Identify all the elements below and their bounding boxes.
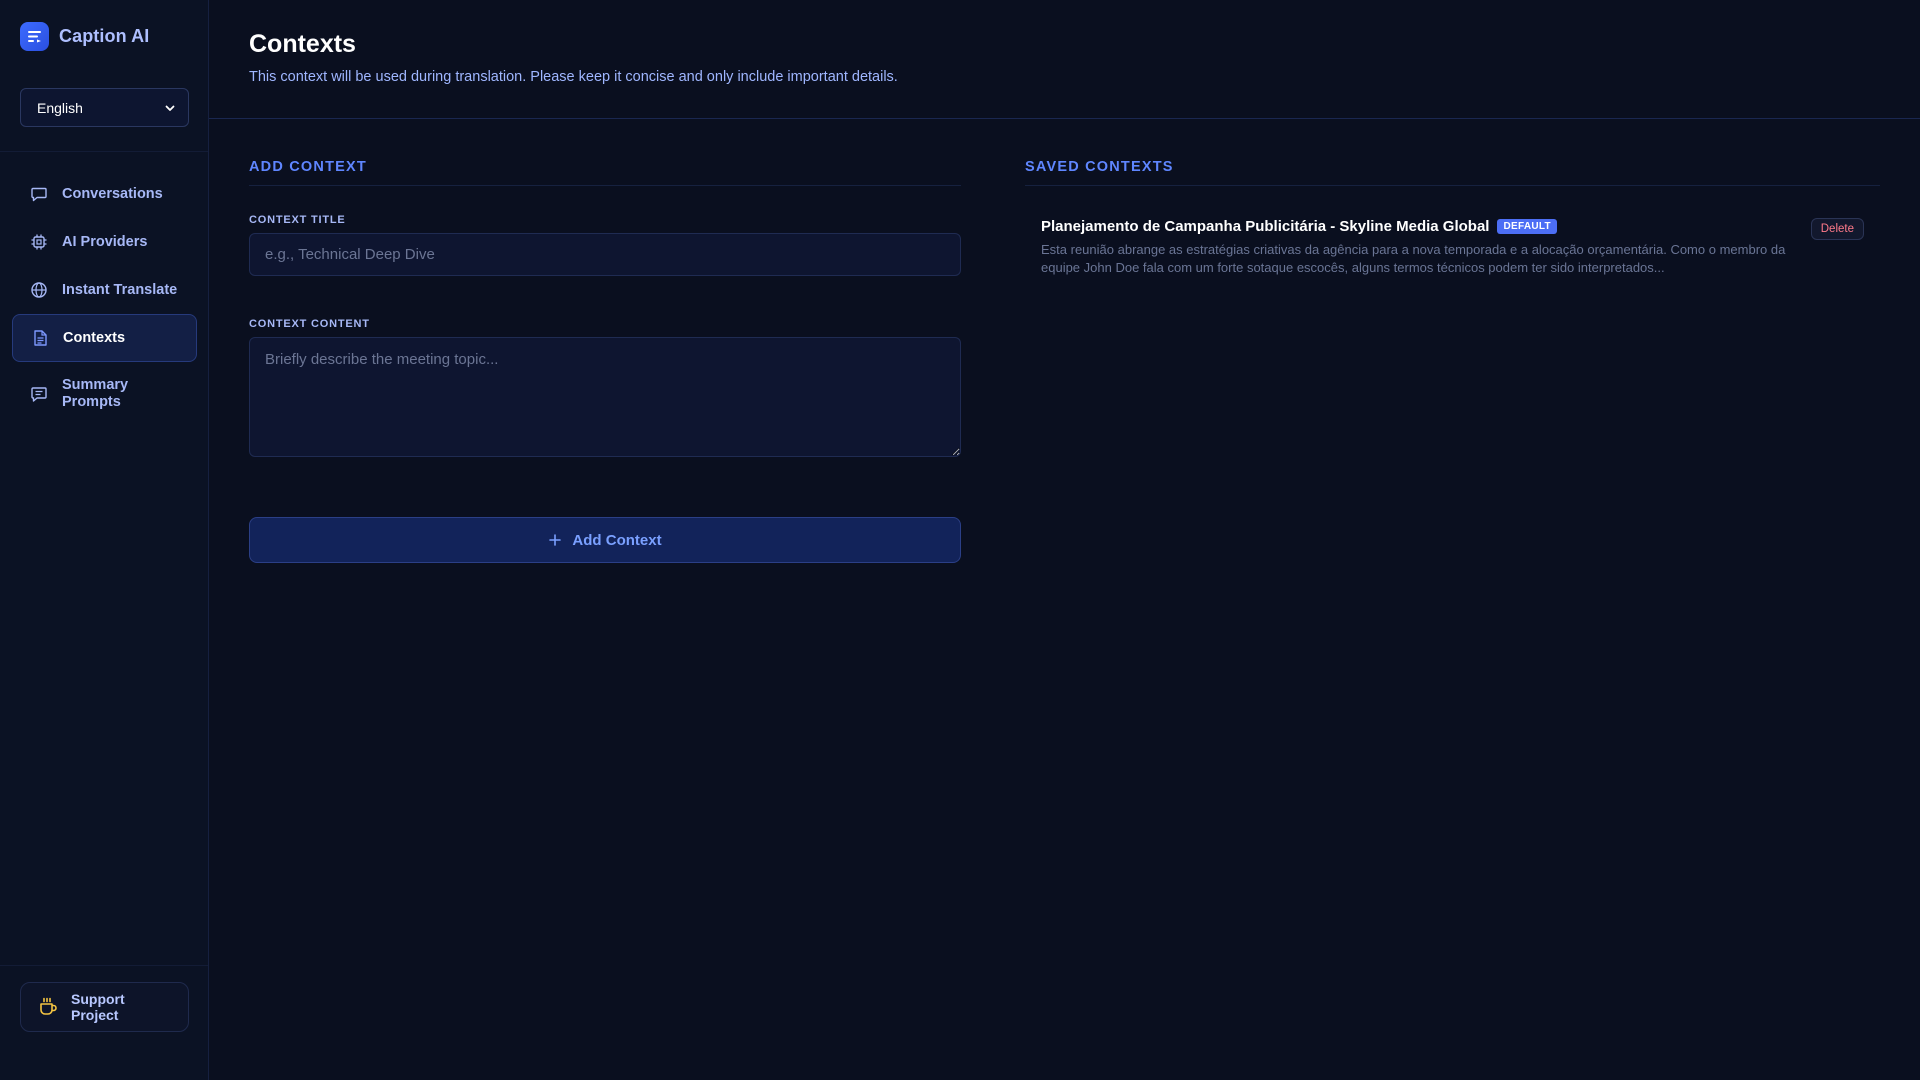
chip-icon: [30, 233, 48, 251]
saved-contexts-title: SAVED CONTEXTS: [1025, 159, 1880, 186]
sidebar-item-label: Contexts: [63, 330, 126, 346]
saved-contexts-section: SAVED CONTEXTS Planejamento de Campanha …: [1025, 159, 1880, 277]
context-content-label: CONTEXT CONTENT: [249, 318, 370, 330]
sidebar-item-summary-prompts[interactable]: Summary Prompts: [12, 362, 197, 426]
sidebar-nav: Conversations AI Providers Instant Trans…: [12, 170, 197, 426]
chevron-down-icon: [164, 102, 176, 114]
context-card-title-row: Planejamento de Campanha Publicitária - …: [1041, 218, 1811, 235]
sidebar-item-contexts[interactable]: Contexts: [12, 314, 197, 362]
message-lines-icon: [30, 385, 48, 403]
app-root: Caption AI English Conversations AI Prov…: [0, 0, 1920, 1080]
caption-logo-icon: [20, 22, 49, 51]
sidebar-item-label: AI Providers: [62, 234, 148, 250]
sidebar-item-ai-providers[interactable]: AI Providers: [12, 218, 197, 266]
context-title-field-group: CONTEXT TITLE: [249, 214, 961, 276]
sidebar-item-label: Instant Translate: [62, 282, 178, 298]
context-content-field-group: CONTEXT CONTENT: [249, 318, 961, 457]
add-context-title: ADD CONTEXT: [249, 159, 961, 186]
plus-icon: [548, 533, 562, 547]
globe-icon: [30, 281, 48, 299]
brand[interactable]: Caption AI: [20, 22, 149, 51]
add-context-button-label: Add Context: [572, 531, 662, 549]
sidebar-divider: [0, 151, 208, 152]
page-title: Contexts: [249, 30, 356, 58]
sidebar-item-label: Conversations: [62, 186, 163, 202]
support-project-label: Support Project: [71, 991, 125, 1023]
context-title-label: CONTEXT TITLE: [249, 214, 346, 226]
page-header: Contexts This context will be used durin…: [209, 0, 1920, 119]
context-card-body: Planejamento de Campanha Publicitária - …: [1041, 218, 1811, 277]
delete-context-button[interactable]: Delete: [1810, 218, 1864, 240]
add-context-section: ADD CONTEXT CONTEXT TITLE CONTEXT CONTEN…: [249, 159, 961, 563]
app-name: Caption AI: [59, 26, 150, 46]
coffee-cup-icon: [37, 996, 59, 1018]
main-content: Contexts This context will be used durin…: [209, 0, 1920, 1080]
context-card[interactable]: Planejamento de Campanha Publicitária - …: [1025, 218, 1880, 277]
support-project-button[interactable]: Support Project: [20, 982, 189, 1032]
language-select[interactable]: English: [20, 88, 189, 127]
context-title-input[interactable]: [249, 233, 961, 276]
default-badge: DEFAULT: [1497, 219, 1557, 234]
language-select-value: English: [37, 99, 83, 116]
add-context-button[interactable]: Add Context: [249, 517, 961, 563]
sidebar-item-label: Summary Prompts: [62, 377, 129, 410]
sidebar: Caption AI English Conversations AI Prov…: [0, 0, 209, 1080]
chat-bubble-icon: [30, 185, 48, 203]
sidebar-item-instant-translate[interactable]: Instant Translate: [12, 266, 197, 314]
context-card-title: Planejamento de Campanha Publicitária - …: [1041, 218, 1490, 235]
sidebar-divider: [0, 965, 208, 966]
sidebar-item-conversations[interactable]: Conversations: [12, 170, 197, 218]
context-content-textarea[interactable]: [249, 337, 961, 457]
page-subtitle: This context will be used during transla…: [249, 69, 898, 85]
context-card-description: Esta reunião abrange as estratégias cria…: [1041, 242, 1786, 275]
document-icon: [31, 329, 49, 347]
